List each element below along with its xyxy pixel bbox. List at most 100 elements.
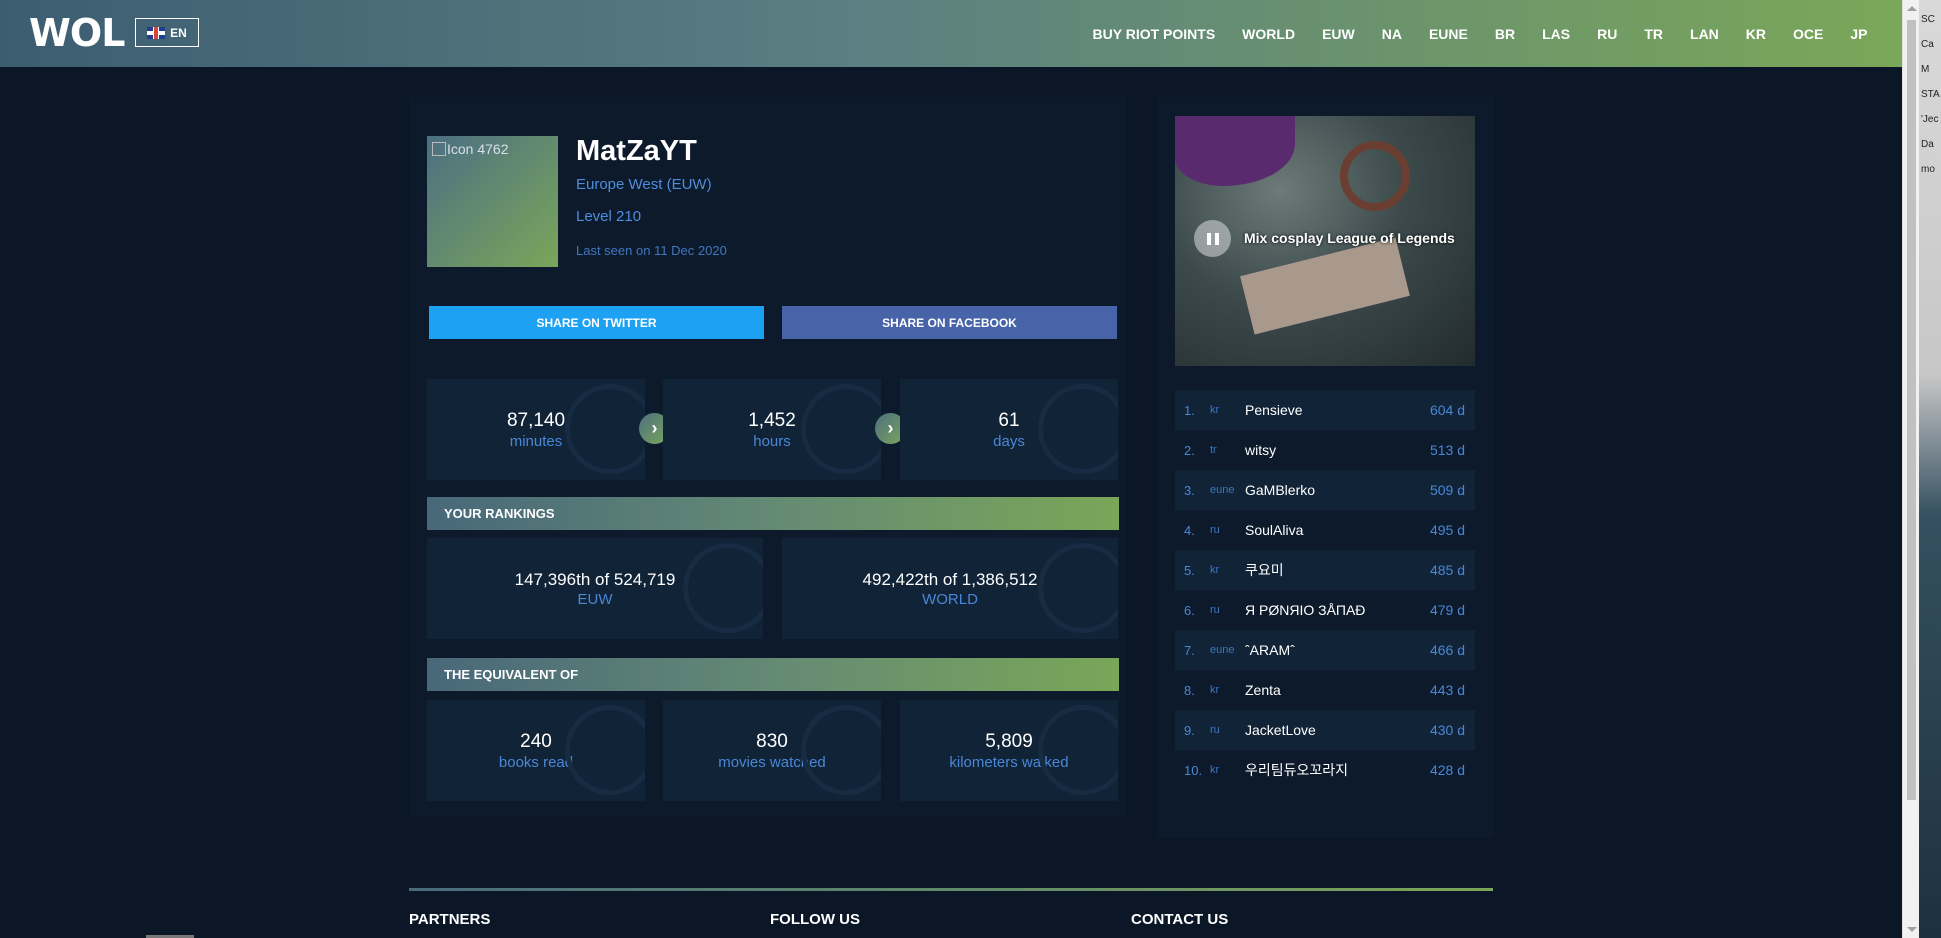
leaderboard-row[interactable]: 9. ru JacketLove 430 d — [1175, 710, 1475, 750]
scrollbar-thumb[interactable] — [1907, 20, 1916, 800]
leaderboard-row[interactable]: 2. tr witsy 513 d — [1175, 430, 1475, 470]
region: ru — [1210, 524, 1220, 536]
region: kr — [1210, 564, 1220, 576]
minutes-stat: 87,140 minutes — [427, 379, 645, 480]
film-reel-icon — [801, 705, 881, 795]
profile-panel: Icon 4762 MatZaYT Europe West (EUW) Leve… — [409, 97, 1126, 817]
video-player[interactable]: Mix cosplay League of Legends — [1175, 116, 1475, 366]
days-value: 61 — [998, 409, 1020, 431]
hours-value: 1,452 — [748, 409, 796, 431]
rank: 1. — [1184, 402, 1195, 418]
share-twitter-button[interactable]: SHARE ON TWITTER — [429, 306, 764, 339]
books-value: 240 — [520, 730, 552, 752]
leaderboard-row[interactable]: 3. eune GaMBlerko 509 d — [1175, 470, 1475, 510]
region-nav: BUY RIOT POINTS WORLD EUW NA EUNE BR LAS… — [1079, 0, 1881, 67]
desktop-text: 'Jec — [1921, 114, 1939, 125]
footer-contact-heading: CONTACT US — [1131, 911, 1229, 928]
globe-icon — [1038, 543, 1118, 633]
leaderboard: 1. kr Pensieve 604 d 2. tr witsy 513 d 3. eune G… — [1175, 390, 1475, 790]
days: 485 d — [1429, 562, 1465, 578]
video-title: Mix cosplay League of Legends — [1244, 230, 1455, 246]
leaderboard-row[interactable]: 4. ru SoulAliva 495 d — [1175, 510, 1475, 550]
rank: 5. — [1184, 562, 1195, 578]
language-label: EN — [170, 25, 187, 40]
days: 428 d — [1429, 762, 1465, 778]
stopwatch-icon — [565, 384, 645, 474]
player-name: Я PØNЯIO ЗÅПАÐ — [1245, 602, 1366, 618]
days: 604 d — [1429, 402, 1465, 418]
days: 443 d — [1429, 682, 1465, 698]
nav-world[interactable]: WORLD — [1229, 26, 1309, 42]
region: kr — [1210, 764, 1220, 776]
nav-oce[interactable]: OCE — [1780, 26, 1837, 42]
footer-follow-heading: FOLLOW US — [770, 911, 860, 928]
star-icon — [683, 543, 763, 633]
equivalent-header: THE EQUIVALENT OF — [427, 658, 1119, 691]
nav-kr[interactable]: KR — [1732, 26, 1779, 42]
ranking-world: 492,422th of 1,386,512 WORLD — [782, 538, 1118, 639]
region: kr — [1210, 684, 1220, 696]
player-name: SoulAliva — [1245, 522, 1304, 538]
rankings-header: YOUR RANKINGS — [427, 497, 1119, 530]
nav-buy-riot-points[interactable]: BUY RIOT POINTS — [1079, 26, 1229, 42]
language-selector[interactable]: EN — [135, 18, 199, 47]
nav-lan[interactable]: LAN — [1677, 26, 1733, 42]
nav-eune[interactable]: EUNE — [1415, 26, 1481, 42]
video-frame-ring — [1340, 141, 1410, 211]
nav-euw[interactable]: EUW — [1309, 26, 1369, 42]
days: 495 d — [1429, 522, 1465, 538]
nav-ru[interactable]: RU — [1584, 26, 1631, 42]
desktop-text: STA — [1921, 89, 1940, 100]
uk-flag-icon — [147, 26, 166, 39]
nav-jp[interactable]: JP — [1837, 26, 1881, 42]
rank: 4. — [1184, 522, 1195, 538]
desktop-text: Ca — [1921, 39, 1934, 50]
summoner-name: MatZaYT — [576, 135, 697, 167]
desktop-text: mo — [1921, 164, 1935, 175]
region: eune — [1210, 484, 1235, 496]
desktop-background: SC Ca M STA 'Jec Da mo — [1919, 0, 1941, 938]
days-label: days — [993, 432, 1025, 450]
rank: 9. — [1184, 722, 1195, 738]
leaderboard-row[interactable]: 8. kr Zenta 443 d — [1175, 670, 1475, 710]
share-facebook-button[interactable]: SHARE ON FACEBOOK — [782, 306, 1117, 339]
scroll-up-icon[interactable] — [1907, 6, 1917, 11]
scroll-down-icon[interactable] — [1907, 927, 1917, 932]
book-icon — [565, 705, 645, 795]
nav-las[interactable]: LAS — [1529, 26, 1584, 42]
player-name: ˆARAMˆ — [1245, 642, 1295, 658]
nav-br[interactable]: BR — [1481, 26, 1528, 42]
days-stat: 61 days — [900, 379, 1118, 480]
player-name: 쿠요미 — [1245, 562, 1284, 578]
nav-na[interactable]: NA — [1368, 26, 1415, 42]
region: kr — [1210, 404, 1220, 416]
rank: 8. — [1184, 682, 1195, 698]
movies-value: 830 — [756, 730, 788, 752]
video-frame-hat — [1175, 116, 1295, 186]
desktop-text: Da — [1921, 139, 1934, 150]
minutes-label: minutes — [509, 432, 563, 450]
last-seen: Last seen on 11 Dec 2020 — [576, 243, 727, 258]
leaderboard-row[interactable]: 5. kr 쿠요미 485 d — [1175, 550, 1475, 590]
leaderboard-row[interactable]: 10. kr 우리팀듀오꼬라지 428 d — [1175, 750, 1475, 790]
leaderboard-row[interactable]: 6. ru Я PØNЯIO ЗÅПАÐ 479 d — [1175, 590, 1475, 630]
books-stat: 240 books read — [427, 700, 645, 801]
minutes-value: 87,140 — [506, 409, 566, 431]
ranking-euw-value: 147,396th of 524,719 — [514, 569, 676, 589]
rank: 6. — [1184, 602, 1195, 618]
profile-icon-alt: Icon 4762 — [447, 141, 509, 157]
site-logo[interactable]: WOL — [29, 11, 125, 55]
nav-tr[interactable]: TR — [1631, 26, 1677, 42]
days: 466 d — [1429, 642, 1465, 658]
pause-icon[interactable] — [1194, 220, 1231, 257]
clock-icon — [801, 384, 881, 474]
ranking-euw-label: EUW — [577, 590, 613, 608]
days: 509 d — [1429, 482, 1465, 498]
region: tr — [1210, 444, 1217, 456]
movies-stat: 830 movies watched — [663, 700, 881, 801]
video-frame-prop — [1240, 237, 1410, 335]
vertical-scrollbar[interactable] — [1902, 0, 1919, 938]
days: 430 d — [1429, 722, 1465, 738]
leaderboard-row[interactable]: 1. kr Pensieve 604 d — [1175, 390, 1475, 430]
leaderboard-row[interactable]: 7. eune ˆARAMˆ 466 d — [1175, 630, 1475, 670]
